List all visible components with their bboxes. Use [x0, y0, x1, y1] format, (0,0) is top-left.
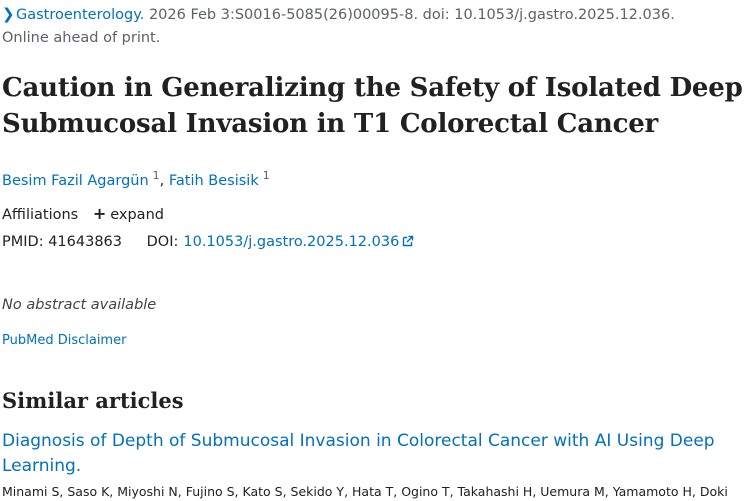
- pmid-value: 41643863: [48, 234, 123, 250]
- affiliations-label: Affiliations: [2, 207, 79, 223]
- author-link[interactable]: Fatih Besisik: [169, 173, 259, 189]
- identifiers-row: PMID: 41643863 DOI: 10.1053/j.gastro.2025…: [2, 231, 414, 253]
- pmid-label: PMID:: [2, 234, 44, 250]
- publication-status: Online ahead of print.: [2, 30, 161, 46]
- expand-affiliations-button[interactable]: + expand: [92, 204, 164, 223]
- similar-articles-heading: Similar articles: [2, 388, 184, 413]
- doi-value: 10.1053/j.gastro.2025.12.036: [183, 234, 400, 250]
- article-title: Caution in Generalizing the Safety of Is…: [2, 73, 743, 139]
- affiliations-row: Affiliations + expand: [2, 203, 164, 226]
- affiliation-marker[interactable]: 1: [263, 169, 270, 182]
- plus-icon: +: [92, 204, 107, 223]
- journal-link[interactable]: Gastroenterology.: [16, 7, 144, 23]
- author-list: Besim Fazil Agargün 1, Fatih Besisik 1: [2, 165, 270, 192]
- chevron-right-icon[interactable]: ❯: [2, 3, 16, 25]
- similar-article-authors: Minami S, Saso K, Miyoshi N, Fujino S, K…: [2, 484, 728, 499]
- doi-label: DOI:: [146, 234, 179, 250]
- external-link-icon: [403, 235, 414, 247]
- citation-details: 2026 Feb 3:S0016-5085(26)00095-8. doi: 1…: [148, 7, 675, 23]
- expand-label: expand: [110, 207, 164, 223]
- author-link[interactable]: Besim Fazil Agargün: [2, 173, 149, 189]
- no-abstract-text: No abstract available: [2, 297, 157, 313]
- affiliation-marker[interactable]: 1: [153, 169, 160, 182]
- citation-line: ❯Gastroenterology. 2026 Feb 3:S0016-5085…: [2, 3, 750, 26]
- pubmed-disclaimer-link[interactable]: PubMed Disclaimer: [2, 331, 126, 351]
- doi-link[interactable]: 10.1053/j.gastro.2025.12.036: [183, 234, 414, 250]
- author-separator: ,: [159, 173, 165, 189]
- similar-article-title-link[interactable]: Diagnosis of Depth of Submucosal Invasio…: [2, 429, 732, 479]
